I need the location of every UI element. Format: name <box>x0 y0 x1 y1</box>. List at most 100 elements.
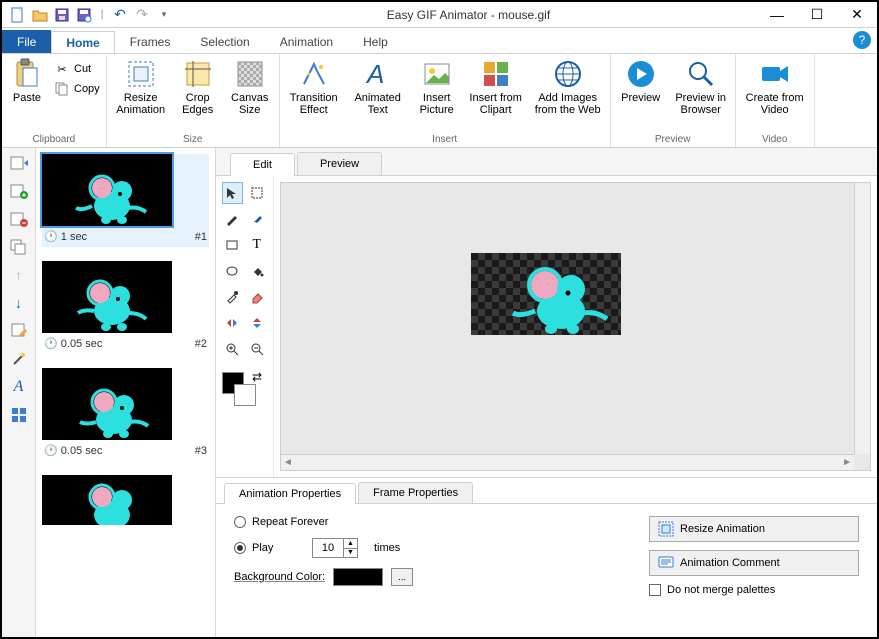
eyedropper-tool[interactable] <box>222 286 243 308</box>
bgcolor-swatch[interactable] <box>333 568 383 586</box>
remove-frame-icon[interactable] <box>7 208 31 230</box>
save-as-icon[interactable] <box>74 5 94 25</box>
spin-down-icon[interactable]: ▼ <box>344 549 357 558</box>
text-side-icon[interactable]: A <box>7 376 31 398</box>
ribbon-group-insert: Transition Effect AAnimated Text Insert … <box>280 54 611 147</box>
frame-item[interactable]: 🕐 1 sec #1 <box>42 154 209 247</box>
preview-in-browser-button[interactable]: Preview in Browser <box>671 56 731 118</box>
pointer-tool[interactable] <box>222 182 243 204</box>
flip-h-tool[interactable] <box>222 312 243 334</box>
tab-edit[interactable]: Edit <box>230 153 295 176</box>
resize-animation-action[interactable]: Resize Animation <box>649 516 859 542</box>
move-down-icon[interactable]: ↓ <box>7 292 31 314</box>
zoom-out-tool[interactable] <box>247 338 268 360</box>
tab-animation-properties[interactable]: Animation Properties <box>224 483 356 504</box>
frame-duration: 1 sec <box>61 231 87 243</box>
tab-file[interactable]: File <box>2 30 51 54</box>
copy-button[interactable]: Copy <box>52 80 102 98</box>
add-frame-icon[interactable] <box>7 180 31 202</box>
play-times-input[interactable]: ▲▼ <box>312 538 358 558</box>
maximize-button[interactable]: ☐ <box>797 3 837 27</box>
wand-side-icon[interactable] <box>7 348 31 370</box>
tab-selection[interactable]: Selection <box>185 30 264 54</box>
paste-label: Paste <box>13 92 41 104</box>
preview-button[interactable]: Preview <box>615 56 667 106</box>
no-merge-palettes-option[interactable]: Do not merge palettes <box>649 584 859 596</box>
crop-edges-button[interactable]: Crop Edges <box>175 56 221 118</box>
color-swatches[interactable]: ⇄ <box>222 372 262 412</box>
resize-animation-button[interactable]: Resize Animation <box>111 56 171 118</box>
title-bar: | ↶ ↷ ▾ Easy GIF Animator - mouse.gif — … <box>2 2 877 28</box>
play-option-label[interactable]: Play <box>252 542 306 554</box>
text-tool[interactable]: T <box>247 234 268 256</box>
grid-side-icon[interactable] <box>7 404 31 426</box>
animation-comment-action[interactable]: Animation Comment <box>649 550 859 576</box>
redo-icon[interactable]: ↷ <box>132 5 152 25</box>
animated-text-button[interactable]: AAnimated Text <box>348 56 408 118</box>
cut-button[interactable]: ✂Cut <box>52 60 102 78</box>
close-button[interactable]: ✕ <box>837 3 877 27</box>
paste-button[interactable]: Paste <box>6 56 48 106</box>
insert-group-label: Insert <box>284 133 606 146</box>
tab-preview[interactable]: Preview <box>297 152 382 175</box>
edit-frame-icon[interactable] <box>7 320 31 342</box>
horizontal-scrollbar[interactable]: ◄► <box>281 454 854 470</box>
spin-up-icon[interactable]: ▲ <box>344 539 357 549</box>
background-color[interactable] <box>234 384 256 406</box>
swap-colors-icon[interactable]: ⇄ <box>252 370 262 384</box>
ellipse-tool[interactable] <box>222 260 243 282</box>
open-icon[interactable] <box>30 5 50 25</box>
new-icon[interactable] <box>8 5 28 25</box>
vertical-scrollbar[interactable] <box>854 183 870 454</box>
frames-panel[interactable]: 🕐 1 sec #1 <box>36 148 216 637</box>
tab-home[interactable]: Home <box>51 31 114 55</box>
duplicate-frame-icon[interactable] <box>7 236 31 258</box>
size-group-label: Size <box>111 133 275 146</box>
radio-icon[interactable] <box>234 542 246 554</box>
frame-item[interactable]: 🕐 0.05 sec #3 <box>42 368 209 461</box>
fill-tool[interactable] <box>247 260 268 282</box>
eraser-tool[interactable] <box>247 286 268 308</box>
qat-dropdown-icon[interactable]: ▾ <box>154 5 174 25</box>
add-from-web-button[interactable]: Add Images from the Web <box>530 56 606 118</box>
help-icon[interactable]: ? <box>853 31 871 49</box>
insert-from-clipart-button[interactable]: Insert from Clipart <box>466 56 526 118</box>
frame-index: #3 <box>195 445 207 457</box>
play-times-value[interactable] <box>313 539 343 557</box>
bgcolor-more-button[interactable]: ... <box>391 568 413 586</box>
ribbon: Paste ✂Cut Copy Clipboard Resize Animati… <box>2 54 877 148</box>
tab-frames[interactable]: Frames <box>115 30 186 54</box>
flip-v-tool[interactable] <box>247 312 268 334</box>
pencil-tool[interactable] <box>222 208 243 230</box>
qat-separator: | <box>96 5 108 25</box>
tab-animation[interactable]: Animation <box>265 30 348 54</box>
frame-thumbnail <box>42 261 172 333</box>
transition-effect-button[interactable]: Transition Effect <box>284 56 344 118</box>
minimize-button[interactable]: — <box>757 3 797 27</box>
main-tab-bar: File Home Frames Selection Animation Hel… <box>2 28 877 54</box>
side-toolbar: ↑ ↓ A <box>2 148 36 637</box>
canvas-viewport[interactable]: ◄► <box>280 182 871 471</box>
zoom-in-tool[interactable] <box>222 338 243 360</box>
radio-icon <box>234 516 246 528</box>
repeat-forever-option[interactable]: Repeat Forever <box>234 516 649 528</box>
resize-icon <box>658 521 674 537</box>
canvas-size-button[interactable]: Canvas Size <box>225 56 275 118</box>
canvas[interactable] <box>471 253 621 335</box>
tab-help[interactable]: Help <box>348 30 403 54</box>
drawing-toolbox: T ⇄ <box>216 176 274 477</box>
film-arrow-icon[interactable] <box>7 152 31 174</box>
undo-icon[interactable]: ↶ <box>110 5 130 25</box>
tab-frame-properties[interactable]: Frame Properties <box>358 482 473 503</box>
bgcolor-label: Background Color: <box>234 571 325 583</box>
brush-tool[interactable] <box>247 208 268 230</box>
insert-picture-button[interactable]: Insert Picture <box>412 56 462 118</box>
frame-item[interactable] <box>42 475 209 525</box>
rectangle-tool[interactable] <box>222 234 243 256</box>
frame-item[interactable]: 🕐 0.05 sec #2 <box>42 261 209 354</box>
video-group-label: Video <box>740 133 810 146</box>
create-from-video-button[interactable]: Create from Video <box>740 56 810 118</box>
save-icon[interactable] <box>52 5 72 25</box>
move-up-icon[interactable]: ↑ <box>7 264 31 286</box>
marquee-tool[interactable] <box>247 182 268 204</box>
